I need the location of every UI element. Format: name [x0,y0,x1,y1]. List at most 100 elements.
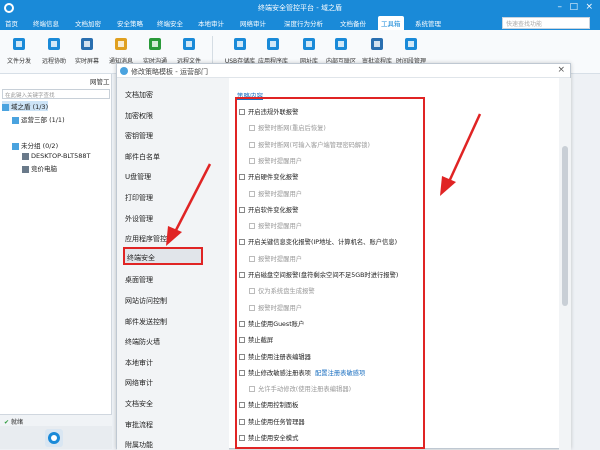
tree-node[interactable]: 域之盾 (1/3) [2,101,49,111]
option-label: 禁止使用控制面板 [248,402,299,410]
dialog-app-icon [120,67,128,75]
ribbon-button[interactable]: 文件分发 [2,36,36,65]
option-checkbox[interactable] [249,223,255,230]
policy-option[interactable]: 报警时断网(重启后恢复) [249,123,326,132]
policy-option[interactable]: 禁止使用注册表编辑器 [239,352,311,361]
scrollbar[interactable] [559,78,571,450]
ribbon-button[interactable]: 审批流程库 [360,36,394,65]
option-checkbox[interactable] [239,272,245,278]
policy-option[interactable]: 开启硬件变化报警 [239,172,298,181]
policy-nav-item[interactable]: 审批流程 [125,420,229,430]
option-checkbox[interactable] [239,369,245,376]
policy-option[interactable]: 开启磁盘空间报警(盘符剩余空间不足5GB时进行报警) [239,270,398,279]
option-checkbox[interactable] [239,337,245,344]
dialog-close-icon[interactable]: × [557,65,565,75]
policy-option[interactable]: 报警时提醒用户 [249,156,302,165]
policy-nav-item[interactable]: 网站访问控制 [125,296,229,306]
policy-option[interactable]: 仅为系统盘生成报警 [249,286,315,295]
policy-option[interactable]: 报警时提醒用户 [249,303,302,312]
ribbon-button[interactable]: USB存储库 [223,36,257,65]
policy-option[interactable]: 允许手动修改(使用注册表编辑器) [249,384,351,393]
menu-item[interactable]: 文档备份 [340,18,366,28]
policy-option[interactable]: 禁止使用安全模式 [239,433,298,442]
option-checkbox[interactable] [249,125,255,132]
option-checkbox[interactable] [239,109,245,115]
policy-nav-item[interactable]: 加密权限 [125,111,229,121]
option-label: 报警时提醒用户 [258,223,303,231]
option-checkbox[interactable] [249,304,255,311]
menu-item[interactable]: 网络审计 [240,18,266,28]
policy-option[interactable]: 开启关键信息变化报警(IP地址、计算机名、账户信息) [239,237,397,246]
option-checkbox[interactable] [239,418,245,425]
maximize-icon[interactable]: □ [569,2,578,12]
option-checkbox[interactable] [239,402,245,409]
policy-option[interactable]: 报警时提醒用户 [249,221,302,230]
policy-option[interactable]: 报警时提醒用户 [249,189,302,198]
menu-item[interactable]: 本地审计 [198,18,224,28]
tree-node[interactable]: 未分组 (0/2) [12,140,58,150]
option-checkbox[interactable] [239,206,245,213]
tree-filter-input[interactable]: 在此键入关键字查找 [2,89,110,99]
function-search-input[interactable]: 快速查找功能 [502,17,590,29]
option-label: 开启硬件变化报警 [248,174,299,182]
minimize-icon[interactable]: – [558,2,563,12]
app-icon [267,38,279,50]
ribbon-button[interactable]: 通知消息 [104,36,138,65]
ribbon-button[interactable]: 内部互联区 [324,36,358,65]
policy-nav-item[interactable]: 邮件发送控制 [125,317,229,327]
menu-item[interactable]: 首页 [5,18,18,28]
policy-option[interactable]: 开启软件变化报警 [239,205,298,214]
option-checkbox[interactable] [239,239,245,246]
policy-option[interactable]: 禁止修改敏感注册表项 配置注册表敏感项 [239,368,365,377]
close-window-icon[interactable]: × [585,2,593,12]
policy-option[interactable]: 报警时提醒用户 [249,254,302,263]
tree-node[interactable]: 运营三部 (1/1) [12,114,65,124]
option-checkbox[interactable] [239,435,245,441]
tree-node[interactable]: DESKTOP-BLT588T [22,152,91,160]
scrollbar-thumb[interactable] [562,146,568,306]
policy-nav-item[interactable]: 文档安全 [125,399,229,409]
ribbon-button[interactable]: 时间段管理 [394,36,428,65]
option-checkbox[interactable] [249,157,255,164]
option-checkbox[interactable] [239,320,245,327]
menu-item[interactable]: 深度行为分析 [284,18,323,28]
menu-item[interactable]: 终端信息 [33,18,59,28]
registry-config-link[interactable]: 配置注册表敏感项 [315,370,365,377]
option-checkbox[interactable] [249,141,255,148]
policy-option[interactable]: 禁止使用任务管理器 [239,417,305,426]
policy-option[interactable]: 禁止截屏 [239,335,273,344]
policy-option[interactable]: 禁止使用Guest账户 [239,319,304,328]
menu-item[interactable]: 系统管理 [415,18,441,28]
option-checkbox[interactable] [249,288,255,295]
policy-option[interactable]: 开启违规外联报警 [239,107,298,116]
option-label: 开启关键信息变化报警(IP地址、计算机名、账户信息) [248,239,398,247]
taskbar-app-icon[interactable] [44,428,64,448]
ribbon-button[interactable]: 应用程序库 [256,36,290,65]
menu-item[interactable]: 终端安全 [157,18,183,28]
ribbon-button[interactable]: 实时沟通 [138,36,172,65]
ribbon-button[interactable]: 远程文件 [172,36,206,65]
ribbon-button[interactable]: 网址库 [292,36,326,65]
option-checkbox[interactable] [239,353,245,360]
policy-nav-item[interactable]: 网络审计 [125,378,229,388]
option-checkbox[interactable] [249,386,255,393]
option-label: 禁止截屏 [248,337,274,345]
policy-nav-item[interactable]: 文档加密 [125,90,229,100]
option-checkbox[interactable] [249,190,255,197]
policy-option[interactable]: 报警时断网(可输入客户端管理密码解锁) [249,140,370,149]
tree-node[interactable]: 竞价电脑 [22,163,57,173]
option-checkbox[interactable] [249,255,255,262]
menu-item[interactable]: 工具箱 [378,16,404,30]
title-bar: 终端安全管控平台 - 域之盾 – □ × [0,0,600,16]
ribbon-button[interactable]: 远程协助 [37,36,71,65]
menu-item[interactable]: 安全策略 [117,18,143,28]
policy-nav-item[interactable]: 本地审计 [125,358,229,368]
policy-nav-item[interactable]: 终端防火墙 [125,337,229,347]
option-checkbox[interactable] [239,174,245,181]
policy-nav-item[interactable]: 密钥管理 [125,131,229,141]
policy-nav-item[interactable]: 桌面管理 [125,275,229,285]
menu-item[interactable]: 文档加密 [75,18,101,28]
status-bar: ✔ 就绪 [0,414,112,426]
ribbon-button[interactable]: 实时屏幕 [70,36,104,65]
policy-option[interactable]: 禁止使用控制面板 [239,400,298,409]
